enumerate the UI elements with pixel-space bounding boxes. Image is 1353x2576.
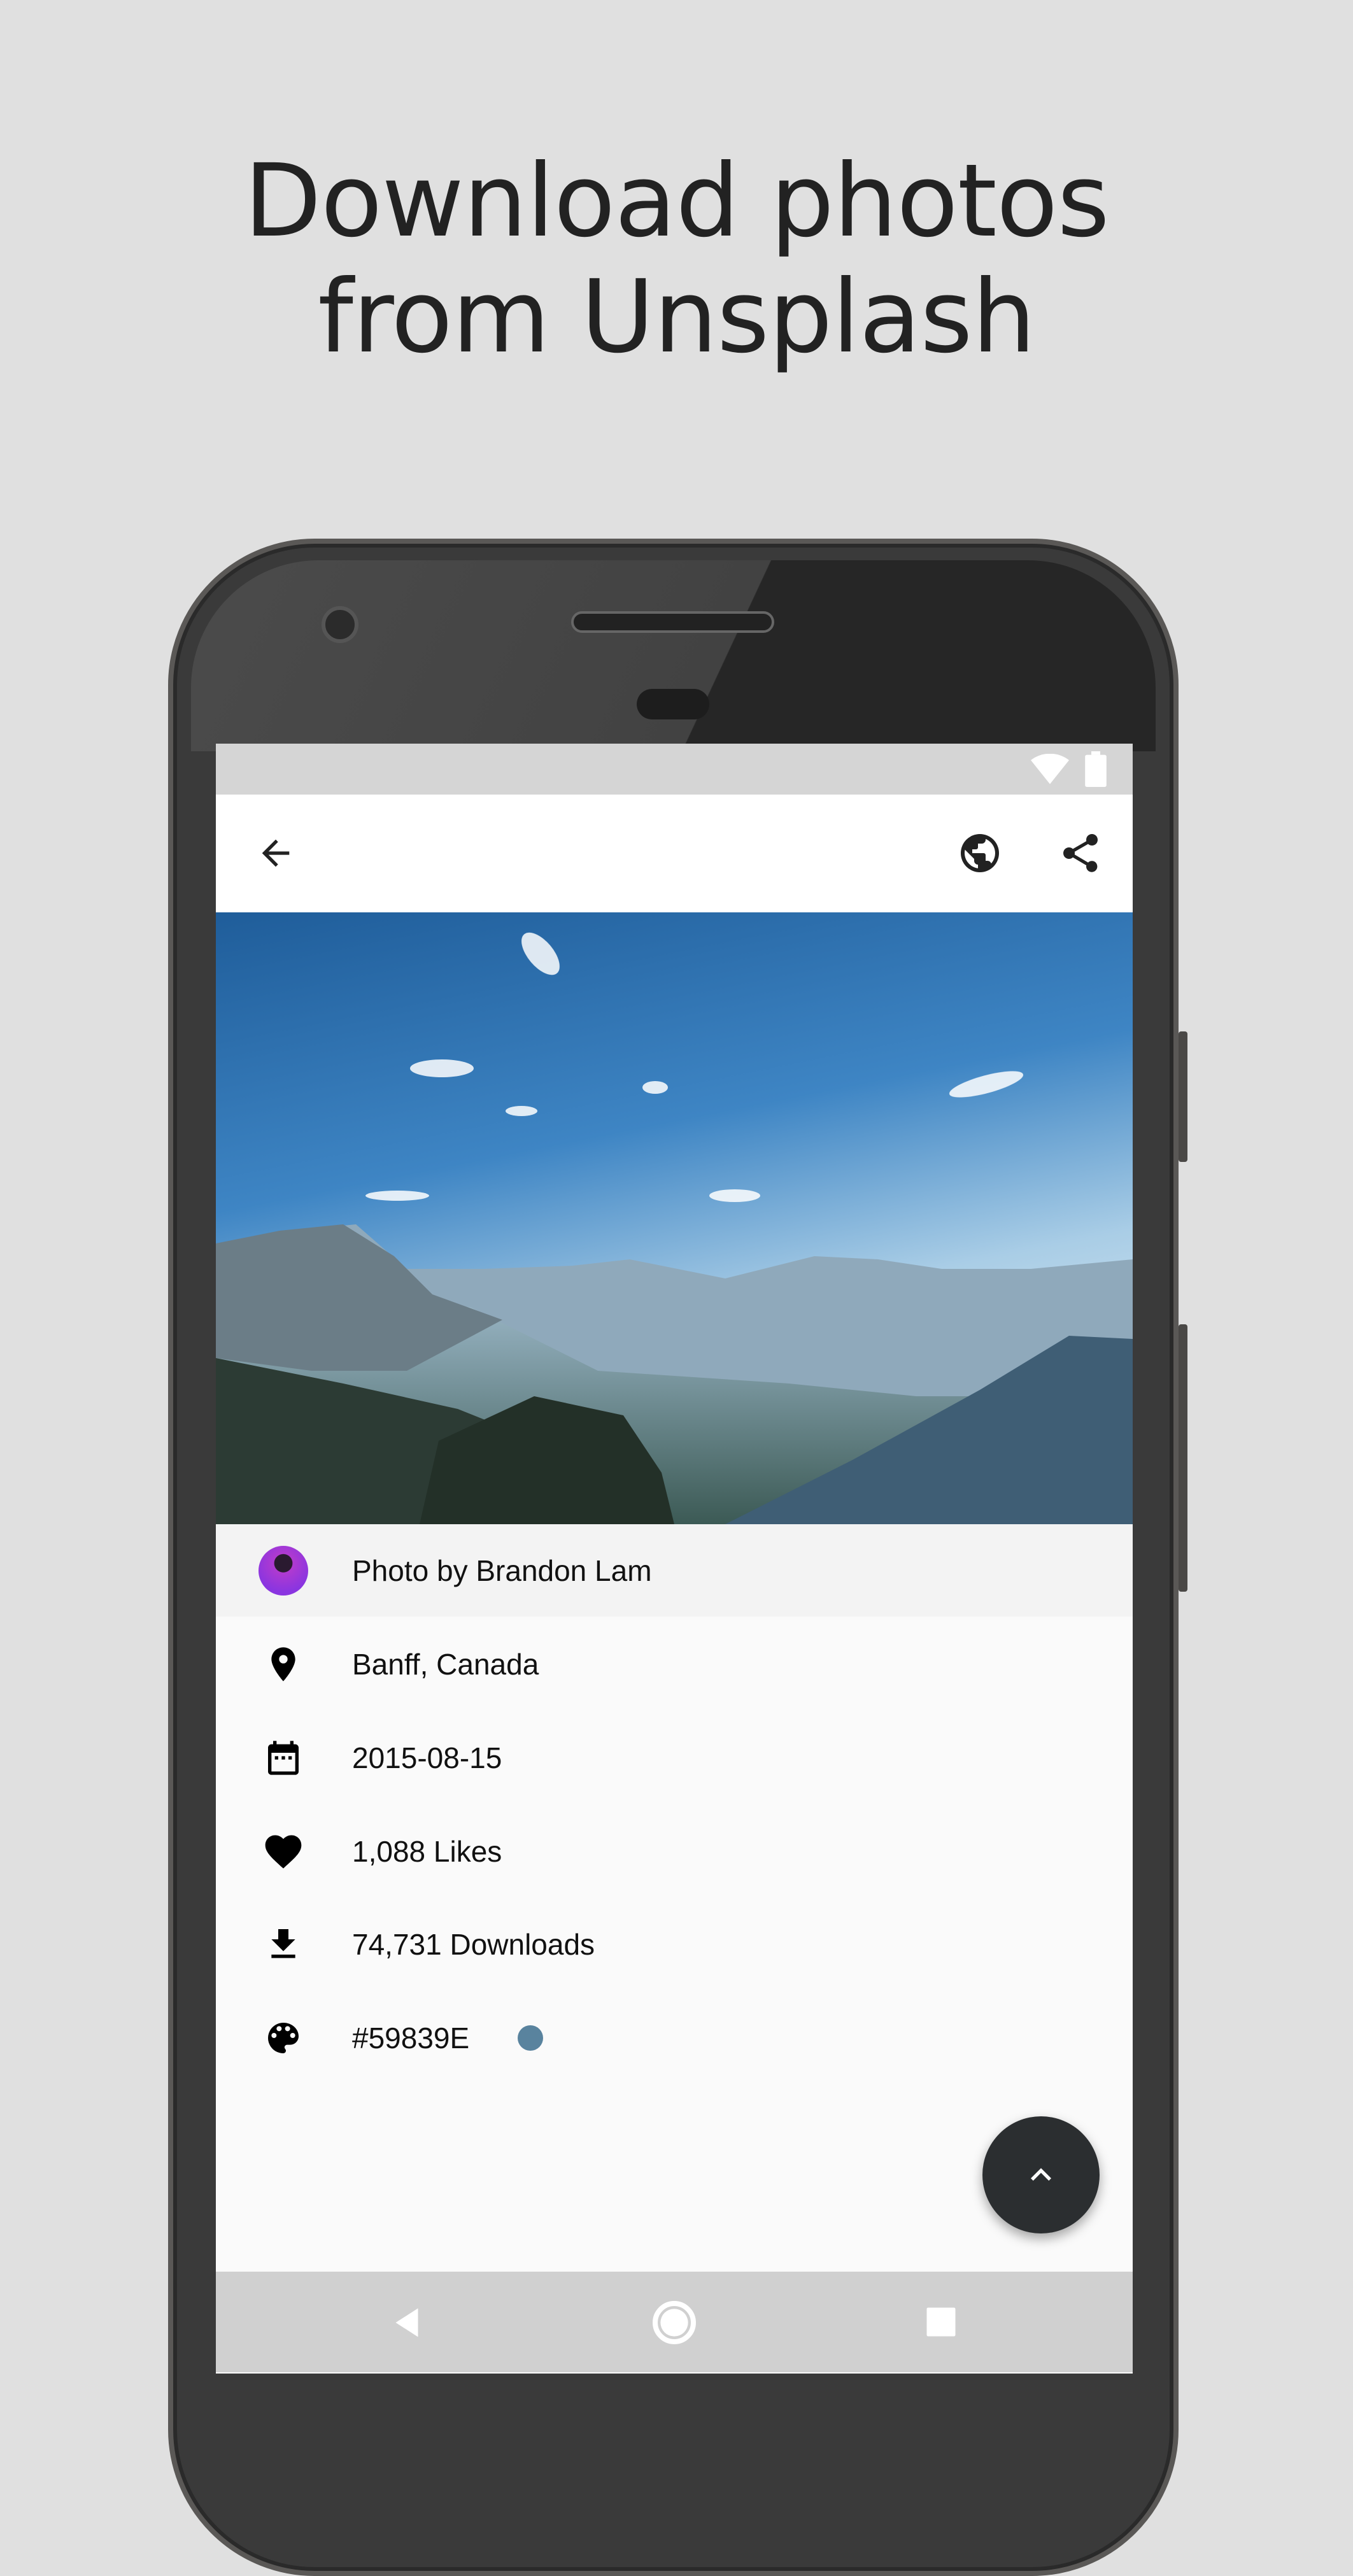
author-avatar (258, 1545, 309, 1596)
open-in-browser-button[interactable] (948, 821, 1012, 885)
toolbar (216, 795, 1133, 912)
status-bar (216, 744, 1133, 795)
date-row: 2015-08-15 (216, 1711, 1133, 1804)
share-icon (1063, 834, 1098, 872)
nav-back-icon[interactable] (388, 2304, 426, 2342)
location-pin-icon (271, 1646, 295, 1681)
back-button[interactable] (244, 821, 308, 885)
volume-button (1179, 1324, 1187, 1592)
wifi-icon (1031, 754, 1069, 784)
battery-icon (1085, 751, 1107, 787)
power-button (1179, 1031, 1187, 1162)
nav-recents-icon[interactable] (924, 2305, 958, 2339)
navigation-bar (216, 2272, 1133, 2372)
app-screen: Photo by Brandon Lam Banff, Canada 2015-… (216, 744, 1133, 2374)
phone-top-bezel (191, 560, 1156, 751)
palette-icon (268, 2022, 299, 2053)
downloads-row: 74,731 Downloads (216, 1897, 1133, 1991)
earpiece-speaker (571, 611, 774, 633)
photo[interactable] (216, 912, 1133, 1524)
chevron-up-icon (1031, 2168, 1051, 2181)
date-text: 2015-08-15 (352, 1741, 502, 1774)
download-icon (271, 1928, 295, 1958)
share-button[interactable] (1049, 821, 1112, 885)
calendar-icon (268, 1740, 299, 1775)
nav-home-icon[interactable] (649, 2297, 700, 2348)
headline-line-2: from Unsplash (318, 258, 1035, 376)
location-row: Banff, Canada (216, 1617, 1133, 1711)
color-hex-text: #59839E (352, 2021, 470, 2055)
landscape-photo (216, 912, 1133, 1524)
heart-icon (265, 1835, 302, 1869)
likes-text: 1,088 Likes (352, 1834, 502, 1868)
author-row-content[interactable]: Photo by Brandon Lam (216, 1524, 1133, 1617)
proximity-sensor (637, 689, 709, 719)
globe-icon (961, 834, 999, 872)
headline-line-1: Download photos (244, 143, 1110, 260)
arrow-back-icon (262, 839, 290, 867)
author-name[interactable]: Photo by Brandon Lam (352, 1553, 652, 1588)
color-swatch (518, 2025, 544, 2051)
color-row: #59839E (216, 1991, 1133, 2084)
likes-row: 1,088 Likes (216, 1804, 1133, 1898)
front-camera (322, 606, 358, 643)
headline: Download photos from Unsplash (0, 143, 1353, 375)
downloads-text: 74,731 Downloads (352, 1927, 595, 1961)
scroll-up-fab[interactable] (982, 2116, 1100, 2233)
location-text: Banff, Canada (352, 1647, 539, 1681)
